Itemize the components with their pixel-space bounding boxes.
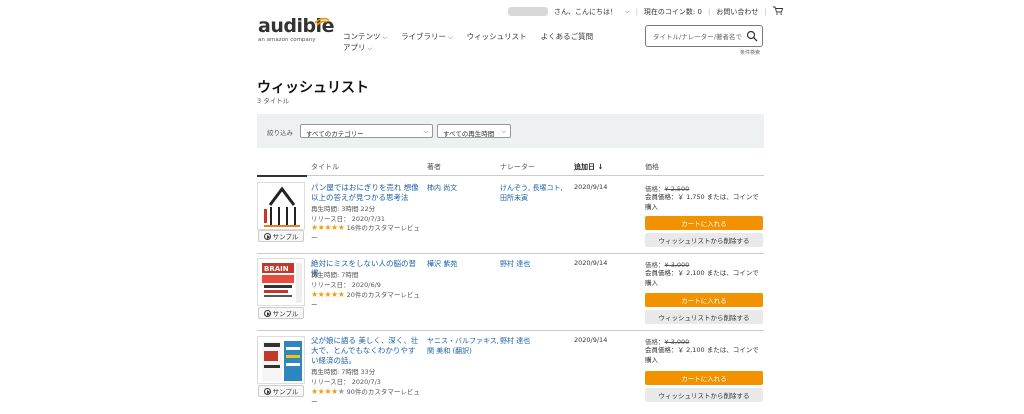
narrator-link[interactable]: けんぞう, 長塚コト, 田所未寅 xyxy=(500,183,570,203)
nav-wishlist[interactable]: ウィッシュリスト xyxy=(467,31,527,42)
column-author[interactable]: 著者 xyxy=(427,162,441,172)
narrator-link[interactable]: 野村 達也 xyxy=(500,259,530,269)
page-title: ウィッシュリスト xyxy=(257,80,369,96)
author-link[interactable]: 柿内 尚文 xyxy=(427,183,457,193)
advanced-search-link[interactable]: 条件検索 xyxy=(740,49,760,56)
chevron-down-icon: ⌵ xyxy=(448,34,453,41)
member-price: 会員価格：￥ 2,100 または、コインで購入 xyxy=(645,346,759,364)
divider: | xyxy=(635,7,638,16)
book-title-link[interactable]: パン屋ではおにぎりを売れ 想像以上の答えが見つかる思考法 xyxy=(311,183,421,203)
column-added-date[interactable]: 追加日 ↓ xyxy=(574,162,603,172)
add-to-cart-button[interactable]: カートに入れる xyxy=(645,216,763,230)
duration: 再生時間: 7時間 33分 xyxy=(311,368,376,376)
play-icon xyxy=(263,387,271,395)
star-rating-icon: ★★★★★ xyxy=(311,387,345,396)
chevron-down-icon[interactable]: ⌵ xyxy=(625,8,630,16)
chevron-down-icon: ⌵ xyxy=(367,45,373,52)
divider: | xyxy=(764,7,767,16)
duration-select[interactable]: すべての再生時間 ⌵ xyxy=(437,124,511,138)
star-rating-icon: ★★★★★ xyxy=(311,223,345,232)
chevron-down-icon: ⌵ xyxy=(382,34,388,41)
column-narrator[interactable]: ナレーター xyxy=(500,162,535,172)
greeting-link[interactable]: さん、こんにちは！ xyxy=(554,7,617,17)
audible-logo[interactable]: audible an amazon company xyxy=(258,17,334,44)
main-nav: コンテンツ ⌵ ライブラリー ⌵ ウィッシュリスト よくあるご質問 xyxy=(343,31,593,42)
added-date: 2020/9/14 xyxy=(574,336,608,344)
column-title[interactable]: タイトル xyxy=(311,162,339,172)
duration-value: すべての再生時間 xyxy=(443,130,495,138)
cart-icon[interactable] xyxy=(772,6,783,17)
sample-label: サンプル xyxy=(272,233,299,241)
book-title-link[interactable]: 父が娘に語る 美しく、深く、壮大で、とんでもなくわかりやすい経済の話。 xyxy=(311,336,421,366)
release-date: リリース日： 2020/7/3 xyxy=(311,378,381,386)
duration: 再生時間: 3時間 22分 xyxy=(311,205,376,213)
play-icon xyxy=(263,309,271,317)
duration: 再生時間: 7時間 xyxy=(311,271,359,279)
remove-from-wishlist-button[interactable]: ウィッシュリストから削除する xyxy=(645,310,763,324)
nav-contents[interactable]: コンテンツ ⌵ xyxy=(343,31,387,42)
book-cover[interactable] xyxy=(257,336,305,384)
utility-bar: さん、こんにちは！ ⌵ | 現在のコイン数: 0 | お問い合わせ | xyxy=(508,6,783,17)
nav-faq[interactable]: よくあるご質問 xyxy=(541,31,594,42)
narrator-link[interactable]: 野村 達也 xyxy=(500,336,530,346)
svg-text:BRAIN: BRAIN xyxy=(264,265,289,273)
member-price: 会員価格：￥ 1,750 または、コインで購入 xyxy=(645,193,759,211)
book-cover[interactable]: BRAIN xyxy=(257,258,305,306)
filter-label: 絞り込み xyxy=(267,129,293,137)
logo-waves-icon xyxy=(314,17,330,26)
user-name-redacted xyxy=(508,7,548,16)
nav-library[interactable]: ライブラリー ⌵ xyxy=(401,31,453,42)
divider xyxy=(257,175,307,177)
sample-label: サンプル xyxy=(272,310,299,318)
sort-down-icon: ↓ xyxy=(597,163,604,171)
added-date: 2020/9/14 xyxy=(574,259,608,267)
add-to-cart-button[interactable]: カートに入れる xyxy=(645,293,763,307)
remove-from-wishlist-button[interactable]: ウィッシュリストから削除する xyxy=(645,233,763,247)
search-placeholder: タイトル/ナレーター/著者名で xyxy=(653,33,742,41)
chevron-down-icon: ⌵ xyxy=(423,128,428,135)
logo-subtitle: an amazon company xyxy=(258,37,316,43)
column-price[interactable]: 価格 xyxy=(645,162,659,172)
nav-label: コンテンツ xyxy=(343,32,381,41)
nav-label: アプリ xyxy=(343,43,366,52)
rating[interactable]: ★★★★★ 20件のカスタマーレビュー xyxy=(311,290,421,310)
sample-label: サンプル xyxy=(272,388,299,396)
add-to-cart-button[interactable]: カートに入れる xyxy=(645,371,763,385)
play-icon xyxy=(263,232,271,240)
nav-apps[interactable]: アプリ ⌵ xyxy=(343,42,372,53)
star-rating-icon: ★★★★★ xyxy=(311,290,345,299)
chevron-down-icon: ⌵ xyxy=(501,128,506,135)
contact-link[interactable]: お問い合わせ xyxy=(716,7,758,17)
rating[interactable]: ★★★★★ 16件のカスタマーレビュー xyxy=(311,223,421,243)
member-price: 会員価格：￥ 2,100 または、コインで購入 xyxy=(645,269,759,287)
remove-from-wishlist-button[interactable]: ウィッシュリストから削除する xyxy=(645,388,763,402)
divider xyxy=(257,175,764,176)
column-added-label: 追加日 xyxy=(574,163,595,171)
divider xyxy=(257,253,764,254)
category-select[interactable]: すべてのカテゴリー ⌵ xyxy=(300,124,433,138)
sample-button[interactable]: サンプル xyxy=(258,230,304,242)
added-date: 2020/9/14 xyxy=(574,183,608,191)
coin-balance[interactable]: 現在のコイン数: 0 xyxy=(644,7,702,17)
book-cover[interactable] xyxy=(257,182,305,230)
search-input[interactable]: タイトル/ナレーター/著者名で xyxy=(645,25,763,47)
release-date: リリース日： 2020/6/9 xyxy=(311,281,381,289)
search-icon[interactable] xyxy=(746,30,758,42)
author-link[interactable]: 樺沢 紫苑 xyxy=(427,259,457,269)
nav-label: ライブラリー xyxy=(401,32,447,41)
category-value: すべてのカテゴリー xyxy=(306,130,364,138)
title-count: 3 タイトル xyxy=(257,97,290,105)
sample-button[interactable]: サンプル xyxy=(258,385,304,397)
divider xyxy=(257,330,764,331)
author-link[interactable]: ヤニス・バルファキス, 関 美和 (翻訳) xyxy=(427,336,499,356)
divider: | xyxy=(707,7,711,16)
sample-button[interactable]: サンプル xyxy=(258,307,304,319)
rating[interactable]: ★★★★★ 90件のカスタマーレビュー xyxy=(311,387,421,407)
